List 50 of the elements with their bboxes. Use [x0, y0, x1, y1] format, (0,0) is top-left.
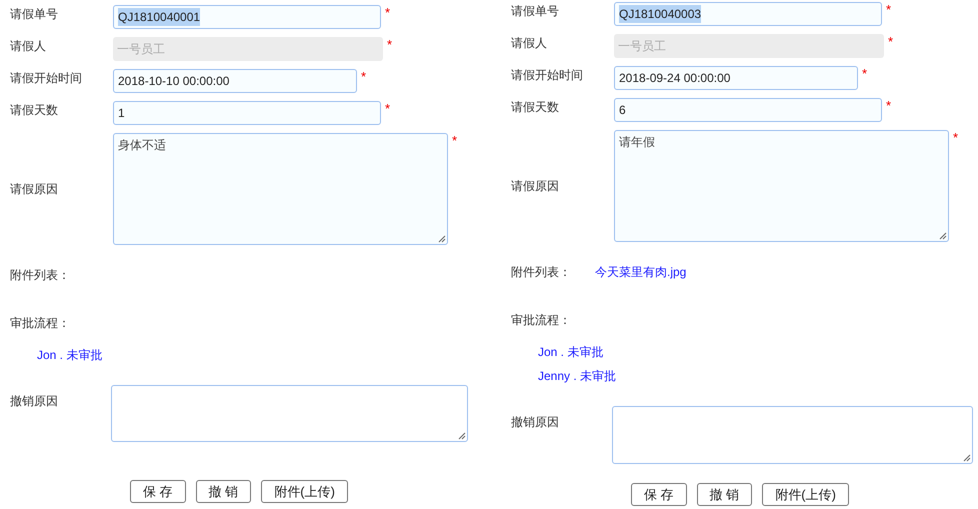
field-label: 请假人 — [511, 35, 548, 52]
resize-grip-icon[interactable] — [438, 235, 446, 243]
field-label: 请假单号 — [10, 6, 59, 23]
input-field[interactable]: 1 — [113, 101, 381, 125]
resize-grip-icon[interactable] — [963, 454, 971, 462]
field-label: 请假人 — [10, 38, 47, 55]
resize-grip-icon[interactable] — [939, 232, 947, 240]
required-mark: * — [888, 33, 894, 51]
required-mark: * — [886, 97, 892, 115]
approval-step: Jon . 未审批 — [37, 345, 102, 365]
section-label: 审批流程： — [511, 312, 572, 329]
date-field[interactable]: 2018-10-10 00:00:00 — [113, 69, 357, 93]
input-field: 一号员工 — [113, 37, 383, 61]
field-label: 请假天数 — [10, 102, 59, 119]
input-field[interactable]: QJ1810040001 — [113, 5, 381, 29]
date-field[interactable]: 2018-09-24 00:00:00 — [614, 66, 858, 90]
required-mark: * — [953, 129, 958, 147]
required-mark: * — [387, 36, 392, 54]
form-button[interactable]: 保 存 — [631, 483, 687, 506]
resize-grip-icon[interactable] — [458, 432, 466, 440]
form-button[interactable]: 附件(上传) — [261, 480, 348, 503]
form-button[interactable]: 撤 销 — [196, 480, 252, 503]
section-label: 审批流程： — [10, 315, 71, 332]
form-button[interactable]: 附件(上传) — [762, 483, 849, 506]
field-label: 请假天数 — [511, 99, 560, 116]
input-field: 一号员工 — [614, 34, 884, 58]
field-label: 撤销原因 — [10, 393, 59, 410]
required-mark: * — [385, 100, 390, 118]
field-label: 请假开始时间 — [10, 70, 83, 87]
section-label: 附件列表： — [10, 267, 71, 284]
field-label: 请假单号 — [511, 3, 560, 20]
input-field[interactable]: QJ1810040003 — [614, 2, 882, 26]
field-label: 请假开始时间 — [511, 67, 584, 84]
form-button[interactable]: 保 存 — [130, 480, 186, 503]
field-label: 请假原因 — [10, 181, 59, 198]
required-mark: * — [385, 4, 390, 22]
text-area[interactable]: 身体不适 — [113, 133, 448, 245]
required-mark: * — [862, 65, 868, 83]
form-button[interactable]: 撤 销 — [696, 483, 752, 506]
text-area[interactable]: 请年假 — [614, 130, 949, 242]
required-mark: * — [452, 132, 458, 150]
required-mark: * — [886, 1, 892, 19]
field-label: 撤销原因 — [511, 414, 560, 431]
attachment-link[interactable]: 今天菜里有肉.jpg — [595, 263, 686, 281]
input-field[interactable]: 6 — [614, 98, 882, 122]
section-label: 附件列表： — [511, 264, 572, 281]
approval-step: Jon . 未审批 — [538, 342, 604, 362]
field-label: 请假原因 — [511, 178, 560, 195]
required-mark: * — [361, 68, 366, 86]
approval-step: Jenny . 未审批 — [538, 366, 616, 386]
